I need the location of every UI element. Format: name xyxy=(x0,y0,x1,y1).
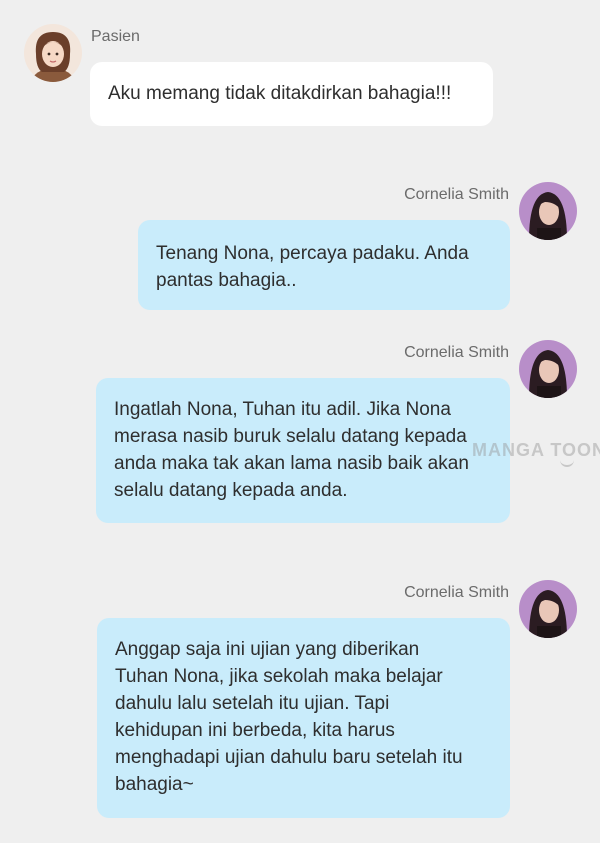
doctor-avatar-icon xyxy=(519,340,577,398)
avatar-pasien[interactable] xyxy=(24,24,82,82)
message-bubble[interactable]: Anggap saja ini ujian yang diberikan Tuh… xyxy=(97,618,510,818)
watermark: MANGA TOON xyxy=(472,440,600,460)
sender-name: Cornelia Smith xyxy=(404,344,509,361)
avatar-cornelia-smith[interactable] xyxy=(519,340,577,398)
sender-name: Pasien xyxy=(91,28,140,45)
message-bubble[interactable]: Ingatlah Nona, Tuhan itu adil. Jika Nona… xyxy=(96,378,510,523)
patient-avatar-icon xyxy=(24,24,82,82)
watermark-smile-icon xyxy=(560,458,574,467)
message-bubble[interactable]: Aku memang tidak ditakdirkan bahagia!!! xyxy=(90,62,493,126)
message-bubble[interactable]: Tenang Nona, percaya padaku. Anda pantas… xyxy=(138,220,510,310)
doctor-avatar-icon xyxy=(519,182,577,240)
avatar-cornelia-smith[interactable] xyxy=(519,580,577,638)
avatar-cornelia-smith[interactable] xyxy=(519,182,577,240)
sender-name: Cornelia Smith xyxy=(404,584,509,601)
doctor-avatar-icon xyxy=(519,580,577,638)
sender-name: Cornelia Smith xyxy=(404,186,509,203)
